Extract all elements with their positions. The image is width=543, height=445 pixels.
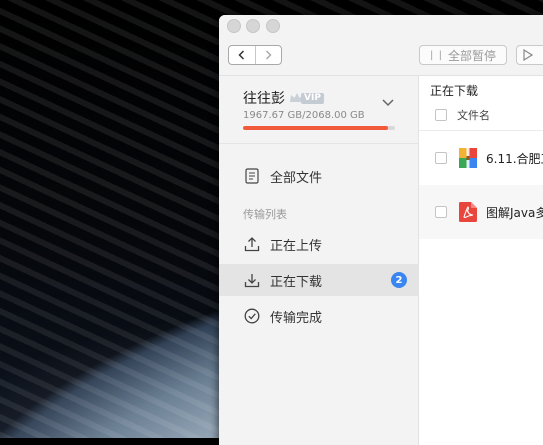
sidebar-item-all-files[interactable]: 全部文件 <box>219 160 418 192</box>
pause-all-button[interactable]: | | 全部暂停 <box>419 45 507 65</box>
row-checkbox[interactable] <box>435 206 447 218</box>
nav-back-forward <box>228 45 282 65</box>
account-panel[interactable]: 往往彭 VIP <box>243 88 403 108</box>
sidebar-item-label: 正在上传 <box>270 238 323 254</box>
sidebar-item-downloading[interactable]: 正在下载 2 <box>219 264 418 296</box>
file-name: 6.11.合肥工 <box>486 151 543 166</box>
panel-title: 正在下载 <box>430 84 479 98</box>
transfer-list-heading: 传输列表 <box>243 208 287 221</box>
document-icon <box>243 167 261 185</box>
sidebar-item-uploading[interactable]: 正在上传 <box>219 228 418 260</box>
storage-quota-fill <box>243 126 388 130</box>
account-menu-toggle[interactable] <box>382 92 394 111</box>
vip-badge: VIP <box>301 92 324 104</box>
list-item[interactable]: 6.11.合肥工 <box>419 131 543 185</box>
storage-quota-text: 1967.67 GB/2068.00 GB <box>243 110 365 121</box>
forward-button[interactable] <box>254 46 282 64</box>
pause-all-label: 全部暂停 <box>447 48 496 63</box>
download-icon <box>243 271 261 289</box>
pdf-file-icon <box>459 202 477 222</box>
storage-quota-bar <box>243 126 395 130</box>
download-list-panel: 正在下载 文件名 6.11.合肥工 <box>419 76 543 445</box>
chevron-down-icon <box>382 99 394 107</box>
filename-column-header[interactable]: 文件名 <box>457 107 490 123</box>
play-icon <box>523 49 533 61</box>
upload-icon <box>243 235 261 253</box>
download-count-badge: 2 <box>391 272 407 288</box>
zoom-window-button[interactable] <box>266 19 280 33</box>
sidebar-item-label: 正在下载 <box>270 274 323 290</box>
sidebar-item-completed[interactable]: 传输完成 <box>219 300 418 332</box>
file-name: 图解Java多 <box>486 205 543 220</box>
chevron-right-icon <box>266 50 272 60</box>
start-all-button[interactable] <box>516 45 543 65</box>
sidebar-divider <box>219 143 418 144</box>
username-row: 往往彭 VIP <box>243 88 403 108</box>
column-header: 文件名 <box>419 100 543 131</box>
sidebar-item-label: 传输完成 <box>270 310 323 326</box>
chevron-left-icon <box>238 50 244 60</box>
select-all-checkbox[interactable] <box>435 109 447 121</box>
sidebar-item-label: 全部文件 <box>270 170 323 186</box>
sidebar: 往往彭 VIP 1967.67 GB/2068.00 GB 全部文件 传输列表 <box>219 76 419 445</box>
minimize-window-button[interactable] <box>246 19 260 33</box>
check-circle-icon <box>243 307 261 325</box>
close-window-button[interactable] <box>227 19 241 33</box>
archive-file-icon <box>459 148 477 168</box>
username: 往往彭 <box>243 91 285 107</box>
list-item[interactable]: 图解Java多 <box>419 185 543 239</box>
baidu-netdisk-window: | | 全部暂停 往往彭 VIP 1967.67 GB/2068.00 GB 全… <box>219 15 543 445</box>
title-bar: | | 全部暂停 <box>219 15 543 76</box>
row-checkbox[interactable] <box>435 152 447 164</box>
back-button[interactable] <box>229 46 255 64</box>
pause-icon: | | <box>430 49 443 61</box>
